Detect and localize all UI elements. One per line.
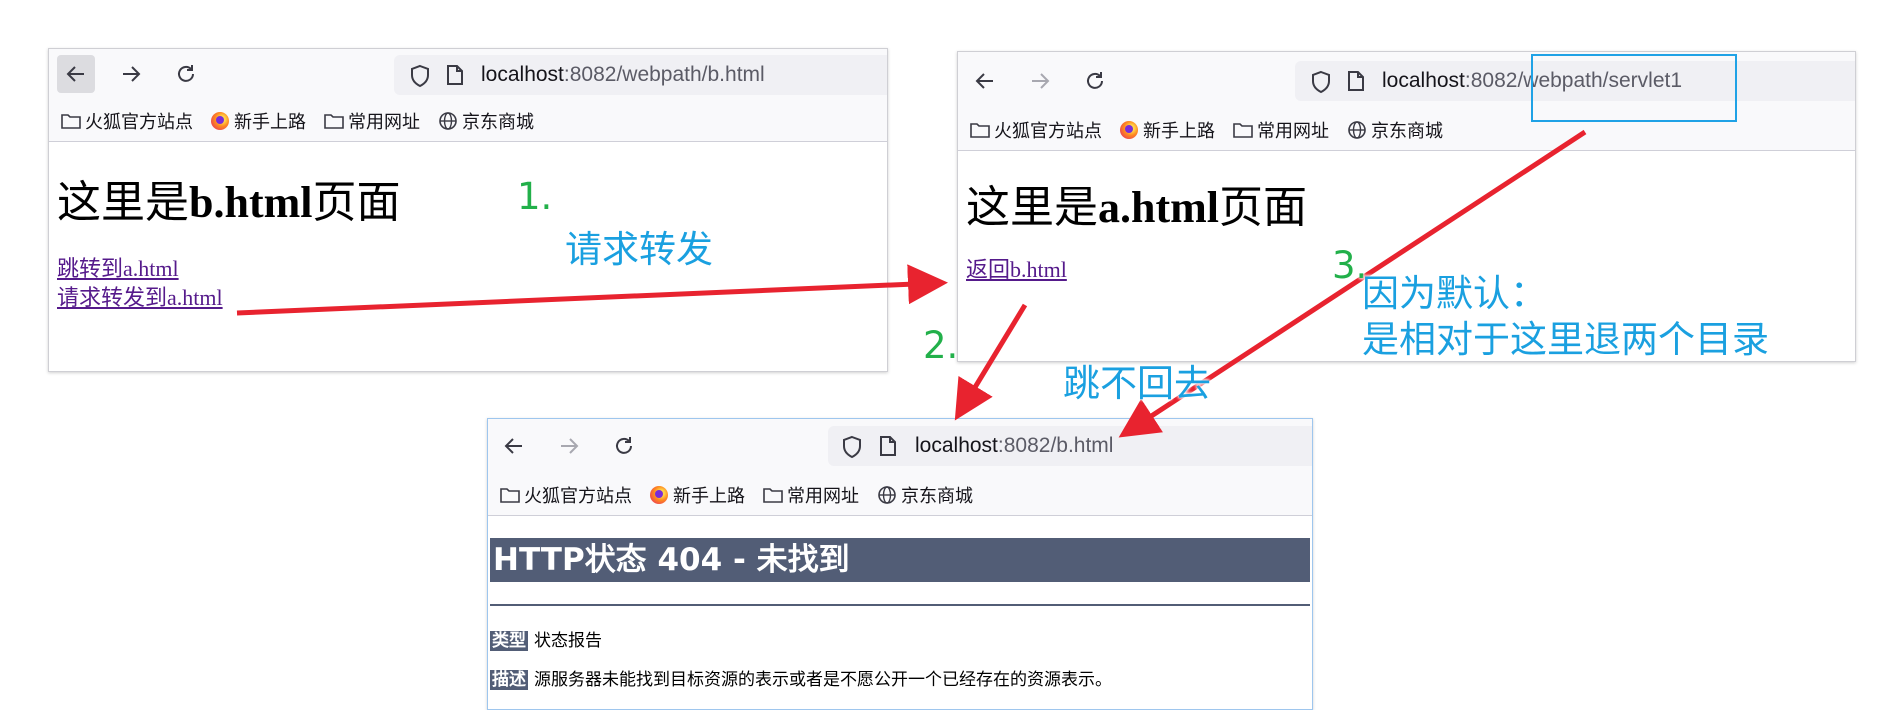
browser-window-b-html: localhost:8082/webpath/b.html 火狐官方站点 新手上… <box>48 48 888 372</box>
bookmark-jd-mall[interactable]: 京东商城 <box>438 108 534 134</box>
browser-toolbar: localhost:8082/webpath/b.html <box>49 49 887 101</box>
back-button[interactable] <box>966 62 1004 100</box>
bookmark-common-sites[interactable]: 常用网址 <box>763 482 859 508</box>
back-button[interactable] <box>57 55 95 93</box>
shield-icon[interactable] <box>1310 70 1332 94</box>
reload-button[interactable] <box>1076 62 1114 100</box>
arrow-right-icon <box>1032 73 1050 89</box>
page-content: 这里是a.html页面 返回b.html <box>958 181 1855 284</box>
link-back-to-b-html[interactable]: 返回b.html <box>966 255 1847 284</box>
firefox-icon <box>1120 121 1138 139</box>
type-value: 状态报告 <box>534 631 602 651</box>
reload-icon <box>1087 72 1103 89</box>
reload-button[interactable] <box>605 427 643 465</box>
bookmark-jd-mall[interactable]: 京东商城 <box>1347 117 1443 143</box>
bookmarks-toolbar: 火狐官方站点 新手上路 常用网址 京东商城 <box>958 110 1855 151</box>
bookmarks-toolbar: 火狐官方站点 新手上路 常用网址 京东商城 <box>488 475 1312 516</box>
arrow-right-icon <box>561 438 579 454</box>
firefox-icon <box>211 112 229 130</box>
arrow-left-icon <box>66 66 84 82</box>
page-heading: 这里是a.html页面 <box>966 183 1307 232</box>
error-page: HTTP状态 404 - 未找到 类型 状态报告 描述 源服务器未能找到目标资源的表… <box>488 538 1312 690</box>
arrow-right-icon <box>123 66 141 82</box>
page-icon[interactable] <box>446 64 464 86</box>
divider <box>490 604 1310 606</box>
description-value: 源服务器未能找到目标资源的表示或者是不愿公开一个已经存在的资源表示。 <box>534 670 1112 690</box>
error-type-row: 类型 状态报告 <box>490 626 1310 651</box>
browser-window-servlet1: localhost:8082/webpath/servlet1 火狐官方站点 新… <box>957 51 1856 362</box>
folder-icon <box>324 114 344 129</box>
error-title: HTTP状态 404 - 未找到 <box>490 538 1310 582</box>
page-icon[interactable] <box>1347 70 1365 92</box>
firefox-icon <box>650 486 668 504</box>
bookmark-firefox-official[interactable]: 火狐官方站点 <box>500 482 632 508</box>
page-icon[interactable] <box>879 435 897 457</box>
browser-window-404: localhost:8082/b.html 火狐官方站点 新手上路 常用网址 京… <box>487 418 1313 710</box>
url-text[interactable]: localhost:8082/webpath/b.html <box>481 64 765 86</box>
bookmark-getting-started[interactable]: 新手上路 <box>211 108 306 134</box>
bookmark-firefox-official[interactable]: 火狐官方站点 <box>61 108 193 134</box>
type-label: 类型 <box>490 631 528 651</box>
shield-icon[interactable] <box>409 64 431 88</box>
bookmark-getting-started[interactable]: 新手上路 <box>1120 117 1215 143</box>
globe-icon <box>1348 121 1366 139</box>
back-button[interactable] <box>495 427 533 465</box>
globe-icon <box>439 112 457 130</box>
forward-button[interactable] <box>112 55 150 93</box>
bookmark-firefox-official[interactable]: 火狐官方站点 <box>970 117 1102 143</box>
browser-toolbar: localhost:8082/b.html <box>488 419 1312 475</box>
arrow-left-icon <box>975 73 993 89</box>
link-forward-to-a-html[interactable]: 请求转发到a.html <box>57 283 879 312</box>
url-text[interactable]: localhost:8082/webpath/servlet1 <box>1382 70 1682 92</box>
error-description-row: 描述 源服务器未能找到目标资源的表示或者是不愿公开一个已经存在的资源表示。 <box>490 665 1310 690</box>
browser-toolbar: localhost:8082/webpath/servlet1 <box>958 52 1855 110</box>
link-goto-a-html[interactable]: 跳转到a.html <box>57 254 879 283</box>
bookmark-getting-started[interactable]: 新手上路 <box>650 482 745 508</box>
folder-icon <box>61 114 81 129</box>
folder-icon <box>970 123 990 138</box>
folder-icon <box>763 488 783 503</box>
forward-button[interactable] <box>1021 62 1059 100</box>
reload-icon <box>178 65 194 82</box>
bookmark-jd-mall[interactable]: 京东商城 <box>877 482 973 508</box>
reload-icon <box>616 437 632 454</box>
url-text[interactable]: localhost:8082/b.html <box>915 435 1113 457</box>
page-content: 这里是b.html页面 跳转到a.html 请求转发到a.html <box>49 176 887 312</box>
folder-icon <box>1233 123 1253 138</box>
address-bar[interactable]: localhost:8082/webpath/servlet1 <box>1295 61 1855 101</box>
globe-icon <box>878 486 896 504</box>
step-2-number: 2. <box>923 324 959 367</box>
bookmark-common-sites[interactable]: 常用网址 <box>1233 117 1329 143</box>
arrow-left-icon <box>504 438 522 454</box>
bookmarks-toolbar: 火狐官方站点 新手上路 常用网址 京东商城 <box>49 101 887 142</box>
reload-button[interactable] <box>167 55 205 93</box>
description-label: 描述 <box>490 670 528 690</box>
bookmark-common-sites[interactable]: 常用网址 <box>324 108 420 134</box>
address-bar[interactable]: localhost:8082/b.html <box>828 426 1312 466</box>
shield-icon[interactable] <box>841 435 863 459</box>
page-heading: 这里是b.html页面 <box>57 178 401 227</box>
address-bar[interactable]: localhost:8082/webpath/b.html <box>394 55 887 95</box>
folder-icon <box>500 488 520 503</box>
forward-button[interactable] <box>550 427 588 465</box>
